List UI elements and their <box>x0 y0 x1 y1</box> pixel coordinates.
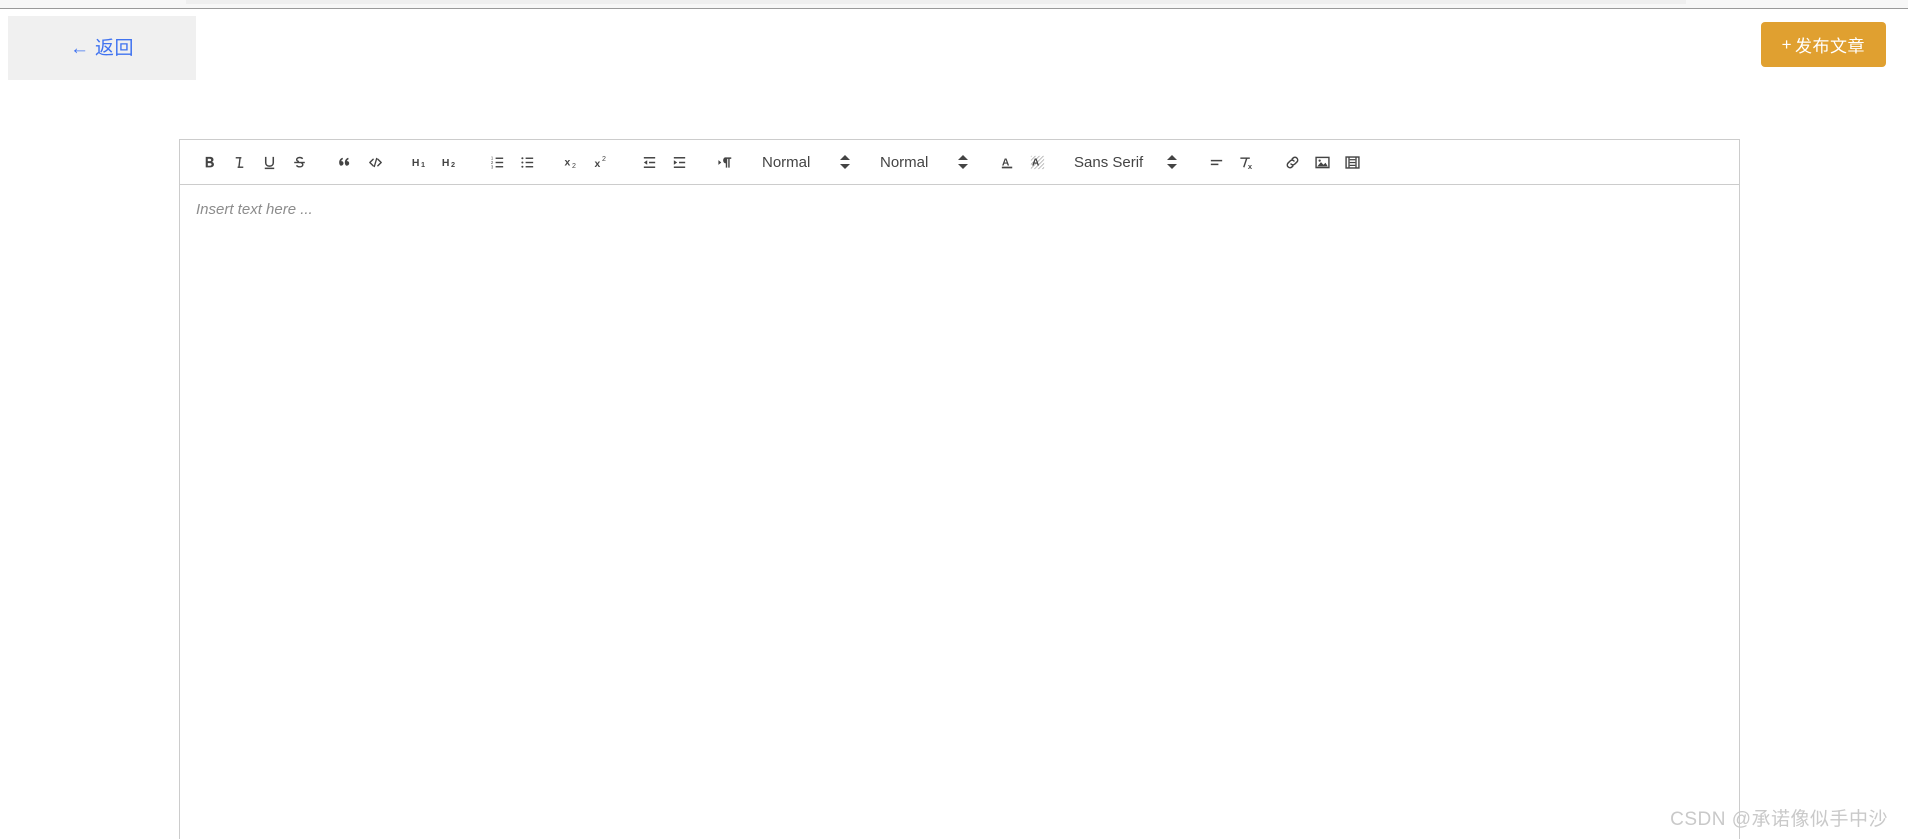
svg-text:1: 1 <box>421 160 425 169</box>
link-icon[interactable] <box>1278 148 1306 176</box>
chevron-updown-icon <box>958 154 968 170</box>
csdn-watermark: CSDN @承诺像似手中沙 <box>1670 809 1888 830</box>
publish-article-button[interactable]: + 发布文章 <box>1760 22 1886 67</box>
blockquote-icon[interactable] <box>331 148 359 176</box>
svg-text:A: A <box>1031 157 1039 168</box>
clear-format-icon[interactable]: x <box>1232 148 1260 176</box>
svg-text:H: H <box>442 158 450 169</box>
text-color-icon[interactable]: A <box>993 148 1021 176</box>
arrow-left-icon: ← <box>69 37 89 59</box>
back-button-label: 返回 <box>94 37 134 59</box>
toolbar-group-font: Sans Serif <box>1060 148 1193 176</box>
size-select[interactable]: Normal <box>762 148 852 176</box>
editor-content-area[interactable]: Insert text here ... <box>179 185 1740 839</box>
svg-text:2: 2 <box>602 155 606 163</box>
header-select[interactable]: Normal <box>880 148 970 176</box>
background-color-icon[interactable]: A <box>1023 148 1051 176</box>
svg-text:3: 3 <box>490 164 493 169</box>
svg-text:2: 2 <box>572 162 576 170</box>
back-button[interactable]: ← 返回 <box>8 16 196 80</box>
back-button-content: ← 返回 <box>70 39 134 58</box>
toolbar-group-lists: 1 2 3 <box>474 148 550 176</box>
svg-text:x: x <box>565 157 571 168</box>
toolbar-group-size: Normal <box>748 148 866 176</box>
publish-article-label: 发布文章 <box>1795 37 1865 56</box>
editor-placeholder: Insert text here ... <box>196 201 313 218</box>
align-icon[interactable] <box>1202 148 1230 176</box>
video-icon[interactable] <box>1338 148 1366 176</box>
plus-icon: + <box>1781 34 1792 54</box>
editor-toolbar: H 1 H 2 1 2 3 x 2 x 2 Normal Normal A A … <box>179 139 1740 185</box>
svg-text:2: 2 <box>451 160 455 169</box>
outdent-icon[interactable] <box>635 148 663 176</box>
toolbar-group-indent <box>626 148 702 176</box>
chevron-updown-icon <box>1167 154 1178 170</box>
bullet-list-icon[interactable] <box>513 148 541 176</box>
rich-text-editor: H 1 H 2 1 2 3 x 2 x 2 Normal Normal A A … <box>179 139 1740 839</box>
toolbar-group-script: x 2 x 2 <box>550 148 626 176</box>
font-select[interactable]: Sans Serif <box>1074 148 1179 176</box>
header-select-value: Normal <box>880 153 929 171</box>
toolbar-group-headers: H 1 H 2 <box>398 148 474 176</box>
strike-icon[interactable] <box>285 148 313 176</box>
toolbar-group-header-select: Normal <box>866 148 984 176</box>
svg-text:H: H <box>412 158 420 169</box>
svg-text:x: x <box>1248 162 1253 171</box>
toolbar-group-inline <box>186 148 322 176</box>
toolbar-group-embeds <box>1269 148 1375 176</box>
image-icon[interactable] <box>1308 148 1336 176</box>
code-block-icon[interactable] <box>361 148 389 176</box>
toolbar-group-align: x <box>1193 148 1269 176</box>
toolbar-group-block <box>322 148 398 176</box>
header-1-icon[interactable]: H 1 <box>407 148 435 176</box>
svg-text:x: x <box>595 158 601 169</box>
size-select-value: Normal <box>762 153 811 171</box>
browser-tab-hint <box>186 0 1686 4</box>
toolbar-group-colors: A A <box>984 148 1060 176</box>
indent-icon[interactable] <box>665 148 693 176</box>
subscript-icon[interactable]: x 2 <box>559 148 587 176</box>
underline-icon[interactable] <box>255 148 283 176</box>
chevron-updown-icon <box>840 154 850 170</box>
font-select-value: Sans Serif <box>1074 153 1144 171</box>
bold-icon[interactable] <box>195 148 223 176</box>
page-root: ← 返回 + 发布文章 H 1 H 2 1 2 3 x 2 x 2 Normal… <box>0 0 1908 839</box>
browser-chrome-strip <box>0 0 1908 9</box>
italic-icon[interactable] <box>225 148 253 176</box>
header-2-icon[interactable]: H 2 <box>437 148 465 176</box>
page-header: ← 返回 + 发布文章 <box>0 10 1908 82</box>
superscript-icon[interactable]: x 2 <box>589 148 617 176</box>
ordered-list-icon[interactable]: 1 2 3 <box>483 148 511 176</box>
toolbar-group-direction <box>702 148 748 176</box>
text-direction-icon[interactable] <box>711 148 739 176</box>
